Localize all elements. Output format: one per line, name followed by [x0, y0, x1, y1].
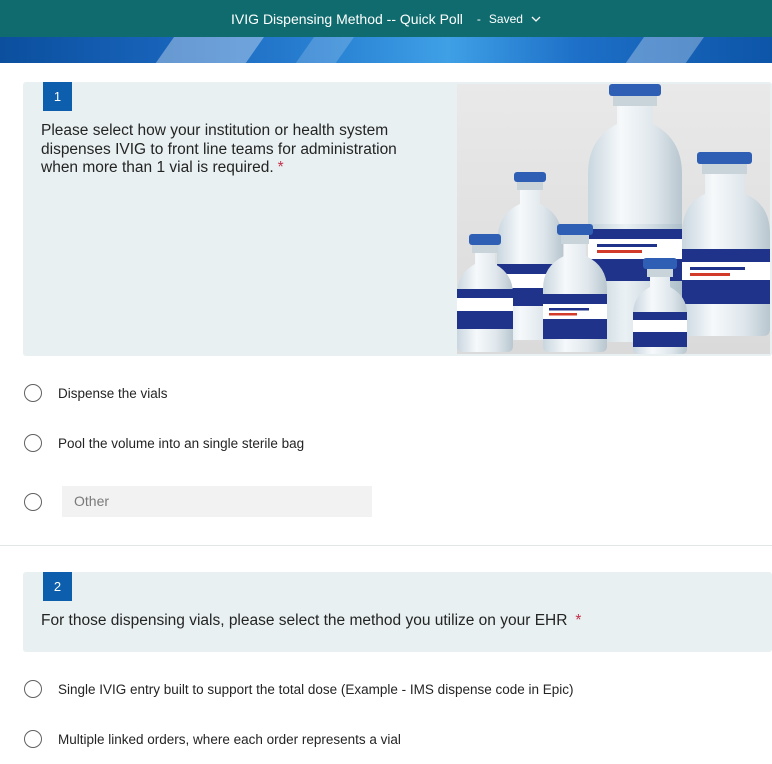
form-header-bar: IVIG Dispensing Method -- Quick Poll - S… — [0, 0, 772, 37]
option-multiple-linked-orders[interactable]: Multiple linked orders, where each order… — [24, 730, 401, 748]
save-status: Saved — [488, 11, 523, 26]
question-2-text: For those dispensing vials, please selec… — [41, 612, 741, 630]
option-pool-volume[interactable]: Pool the volume into an single sterile b… — [24, 434, 304, 452]
radio-button[interactable] — [24, 680, 42, 698]
option-label: Pool the volume into an single sterile b… — [58, 435, 305, 451]
required-marker: * — [575, 612, 582, 629]
question-2-label: For those dispensing vials, please selec… — [41, 612, 568, 629]
radio-button[interactable] — [24, 434, 42, 452]
question-1-label: Please select how your institution or he… — [41, 122, 397, 176]
ivig-vials-image — [457, 84, 770, 354]
theme-banner — [0, 37, 772, 63]
radio-button[interactable] — [24, 730, 42, 748]
radio-button[interactable] — [24, 493, 42, 511]
other-text-field[interactable] — [62, 486, 372, 517]
option-single-ivig-entry[interactable]: Single IVIG entry built to support the t… — [24, 680, 574, 698]
question-1-card: 1 Please select how your institution or … — [23, 82, 772, 356]
chevron-down-icon[interactable] — [531, 14, 541, 24]
option-label: Dispense the vials — [58, 385, 168, 401]
question-2-card: 2 For those dispensing vials, please sel… — [23, 572, 772, 652]
title-separator: - — [476, 11, 481, 26]
option-other[interactable] — [24, 493, 58, 511]
question-1-text: Please select how your institution or he… — [41, 122, 431, 178]
required-marker: * — [277, 159, 284, 176]
section-divider — [0, 545, 772, 546]
question-number-badge: 2 — [43, 572, 72, 601]
form-title[interactable]: IVIG Dispensing Method -- Quick Poll — [231, 11, 463, 27]
question-number-badge: 1 — [43, 82, 72, 111]
option-label: Multiple linked orders, where each order… — [58, 731, 401, 747]
option-label: Single IVIG entry built to support the t… — [58, 681, 574, 697]
radio-button[interactable] — [24, 384, 42, 402]
option-dispense-vials[interactable]: Dispense the vials — [24, 384, 168, 402]
